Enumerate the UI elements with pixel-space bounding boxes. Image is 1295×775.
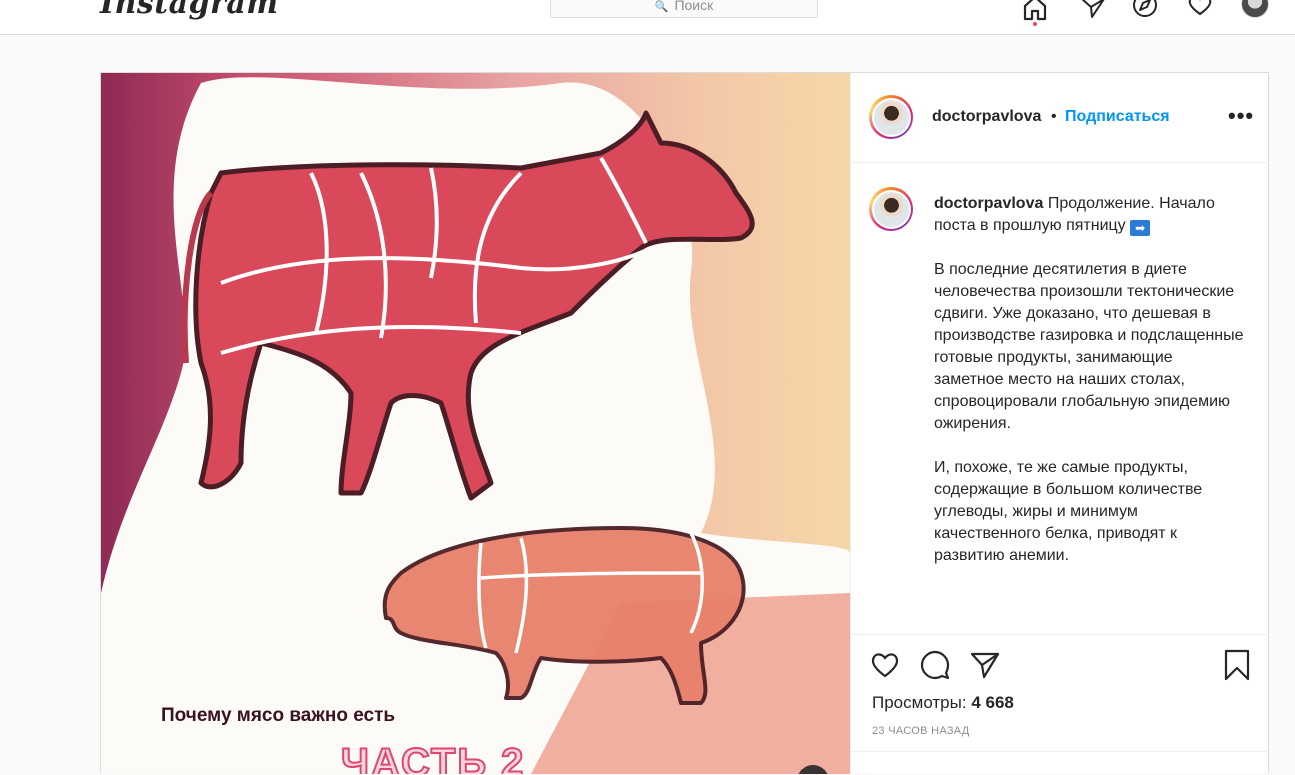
views-count[interactable]: Просмотры: 4 668 <box>872 693 1014 713</box>
notification-dot <box>1033 22 1037 26</box>
save-bookmark-icon[interactable] <box>1221 649 1253 681</box>
direct-icon[interactable] <box>1079 0 1107 22</box>
author-username[interactable]: doctorpavlova <box>932 108 1041 126</box>
caption-area: doctorpavlova Продолжение. Начало поста … <box>851 163 1269 633</box>
post-card: Почему мясо важно есть ЧАСТЬ 2 doctorpav… <box>100 72 1269 774</box>
search-placeholder: Поиск <box>674 0 714 13</box>
separator-dot: • <box>1051 108 1057 125</box>
top-nav-bar: Instagram 🔍 Поиск <box>0 0 1295 35</box>
caption-paragraph-3: И, похоже, те же самые продукты, содержа… <box>934 459 1203 564</box>
share-icon[interactable] <box>969 649 1001 681</box>
explore-icon[interactable] <box>1131 0 1159 22</box>
home-icon[interactable] <box>1021 0 1049 22</box>
instagram-logo[interactable]: Instagram <box>100 0 279 21</box>
more-options-icon[interactable]: ••• <box>1228 103 1254 129</box>
author-avatar[interactable] <box>869 95 913 139</box>
post-sidebar: doctorpavlova • Подписаться ••• doctorpa… <box>850 73 1269 774</box>
caption-username[interactable]: doctorpavlova <box>934 195 1043 212</box>
post-actions: Просмотры: 4 668 23 ЧАСОВ НАЗАД <box>851 634 1269 775</box>
search-icon: 🔍 <box>654 1 669 13</box>
search-input[interactable]: 🔍 Поиск <box>550 0 818 18</box>
post-header: doctorpavlova • Подписаться ••• <box>851 73 1269 163</box>
meat-cuts-illustration <box>101 77 850 774</box>
views-number: 4 668 <box>971 693 1014 712</box>
comment-icon[interactable] <box>919 649 951 681</box>
arrow-right-icon: ➡ <box>1130 220 1151 236</box>
post-media-video[interactable]: Почему мясо важно есть ЧАСТЬ 2 <box>101 73 850 774</box>
media-caption-part: ЧАСТЬ 2 <box>340 740 526 774</box>
caption-paragraph-2: В последние десятилетия в диете человече… <box>934 261 1244 432</box>
like-heart-icon[interactable] <box>869 649 901 681</box>
caption-author-avatar[interactable] <box>869 187 913 231</box>
media-caption-title: Почему мясо важно есть <box>161 705 396 726</box>
caption-text: doctorpavlova Продолжение. Начало поста … <box>934 193 1244 589</box>
follow-button[interactable]: Подписаться <box>1065 108 1170 126</box>
profile-avatar[interactable] <box>1241 0 1269 18</box>
activity-heart-icon[interactable] <box>1186 0 1214 22</box>
divider <box>851 751 1269 752</box>
views-label: Просмотры: <box>872 693 967 712</box>
post-timestamp[interactable]: 23 ЧАСОВ НАЗАД <box>872 725 970 737</box>
